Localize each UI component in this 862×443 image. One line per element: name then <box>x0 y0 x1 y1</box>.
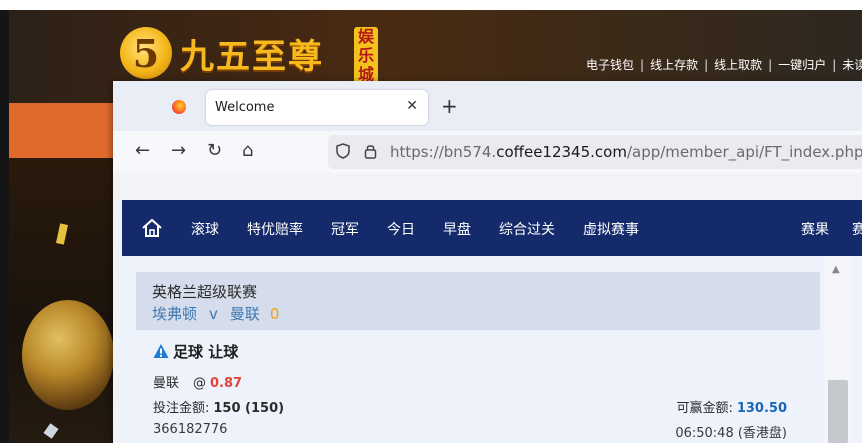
bet-selection: 曼联 @0.87 <box>153 372 242 391</box>
reload-button[interactable]: ↻ <box>207 141 222 161</box>
ticket-id: 366182776 <box>153 422 228 437</box>
nav-item-virtual[interactable]: 虚拟赛事 <box>583 219 639 239</box>
shield-icon[interactable] <box>336 143 350 159</box>
logo-text: 九五至尊 <box>180 36 324 77</box>
address-bar[interactable]: https://bn574.coffee12345.com/app/member… <box>328 135 862 169</box>
link-separator: | <box>832 58 837 72</box>
site-nav-bar: 滚球 特优赔率 冠军 今日 早盘 综合过关 虚拟赛事 赛果 赛 <box>122 200 862 256</box>
stake-row: 投注金额: 150 (150) <box>153 397 284 416</box>
link-separator: | <box>640 58 645 72</box>
close-icon[interactable]: ✕ <box>406 98 418 114</box>
at-symbol: @ <box>193 376 207 391</box>
win-row: 可赢金额: 130.50 <box>676 397 787 416</box>
warning-icon <box>153 344 169 358</box>
win-value: 130.50 <box>736 401 787 416</box>
back-button[interactable]: ← <box>135 141 150 161</box>
bet-time: 06:50:48 (香港盘) <box>675 426 787 441</box>
nav-item-champion[interactable]: 冠军 <box>331 219 359 239</box>
logo-badge-char: 娱 <box>357 27 374 46</box>
nav-item-special-odds[interactable]: 特优赔率 <box>247 219 303 239</box>
tab-welcome[interactable]: Welcome ✕ <box>206 90 428 125</box>
stake-label: 投注金额: <box>153 401 210 416</box>
background-top-strip <box>0 0 862 10</box>
url-text: https://bn574.coffee12345.com/app/member… <box>390 143 862 161</box>
page-top-spacer <box>113 173 862 200</box>
league-name: 英格兰超级联赛 <box>152 283 258 301</box>
browser-window: Welcome ✕ + ← → ↻ ⌂ https://bn574.coffee… <box>113 81 862 443</box>
logo-badge: 娱 乐 城 <box>354 27 378 85</box>
site-logo[interactable]: 5 九五至尊 <box>120 27 324 79</box>
link-online-deposit[interactable]: 线上存款 <box>650 58 698 72</box>
score: 0 <box>269 305 280 323</box>
home-team: 埃弗顿 <box>152 305 198 323</box>
forward-button[interactable]: → <box>171 141 186 161</box>
navigation-bar: ← → ↻ ⌂ https://bn574.coffee12345.com/ap… <box>113 131 862 173</box>
nav-item-today[interactable]: 今日 <box>387 219 415 239</box>
nav-item-early[interactable]: 早盘 <box>443 219 471 239</box>
lock-icon[interactable] <box>364 143 377 159</box>
win-label: 可赢金额: <box>676 401 733 416</box>
url-path: /app/member_api/FT_index.php?mtype= <box>626 143 862 161</box>
versus-label: v <box>209 305 218 323</box>
away-team: 曼联 <box>229 305 260 323</box>
tab-title: Welcome <box>215 100 275 115</box>
link-unread[interactable]: 未读 <box>842 58 862 72</box>
scrollbar[interactable]: ▲ <box>824 256 853 443</box>
stake-value: 150 (150) <box>213 401 285 416</box>
match-teams: 埃弗顿 v 曼联 0 <box>152 303 279 324</box>
selection-team: 曼联 <box>153 376 180 391</box>
tab-bar: Welcome ✕ + <box>113 81 862 131</box>
background-orange-block <box>9 103 113 158</box>
new-tab-button[interactable]: + <box>441 94 458 118</box>
top-links: 电子钱包 | 线上存款 | 线上取款 | 一键归户 | 未读 <box>586 56 862 73</box>
url-prefix: https://bn574. <box>390 143 497 161</box>
link-separator: | <box>768 58 773 72</box>
match-header: 英格兰超级联赛 埃弗顿 v 曼联 0 <box>136 272 820 330</box>
home-icon[interactable] <box>141 217 163 239</box>
scroll-up-icon[interactable]: ▲ <box>832 264 840 275</box>
odds-value: 0.87 <box>210 376 243 391</box>
firefox-icon[interactable] <box>172 100 186 114</box>
link-separator: | <box>704 58 709 72</box>
nav-item-parlay[interactable]: 综合过关 <box>499 219 555 239</box>
bet-slip: 英格兰超级联赛 埃弗顿 v 曼联 0 足球 让球 曼联 @0.87 投注金额: 150 (… <box>122 256 862 443</box>
nav-item-results[interactable]: 赛果 <box>801 219 829 239</box>
scrollbar-thumb[interactable] <box>828 380 848 443</box>
bet-type-label: 足球 让球 <box>173 343 239 361</box>
gold-coin-image <box>22 300 114 410</box>
background-left-strip <box>0 10 9 443</box>
home-button[interactable]: ⌂ <box>242 141 253 161</box>
logo-mark: 5 <box>120 27 172 79</box>
link-online-withdraw[interactable]: 线上取款 <box>714 58 762 72</box>
logo-badge-char: 乐 <box>357 46 374 65</box>
link-one-click-transfer[interactable]: 一键归户 <box>778 58 826 72</box>
bet-type: 足球 让球 <box>153 341 238 362</box>
nav-item-live[interactable]: 滚球 <box>191 219 219 239</box>
link-e-wallet[interactable]: 电子钱包 <box>586 58 634 72</box>
url-domain: coffee12345.com <box>496 143 627 161</box>
nav-item-truncated[interactable]: 赛 <box>852 219 862 239</box>
